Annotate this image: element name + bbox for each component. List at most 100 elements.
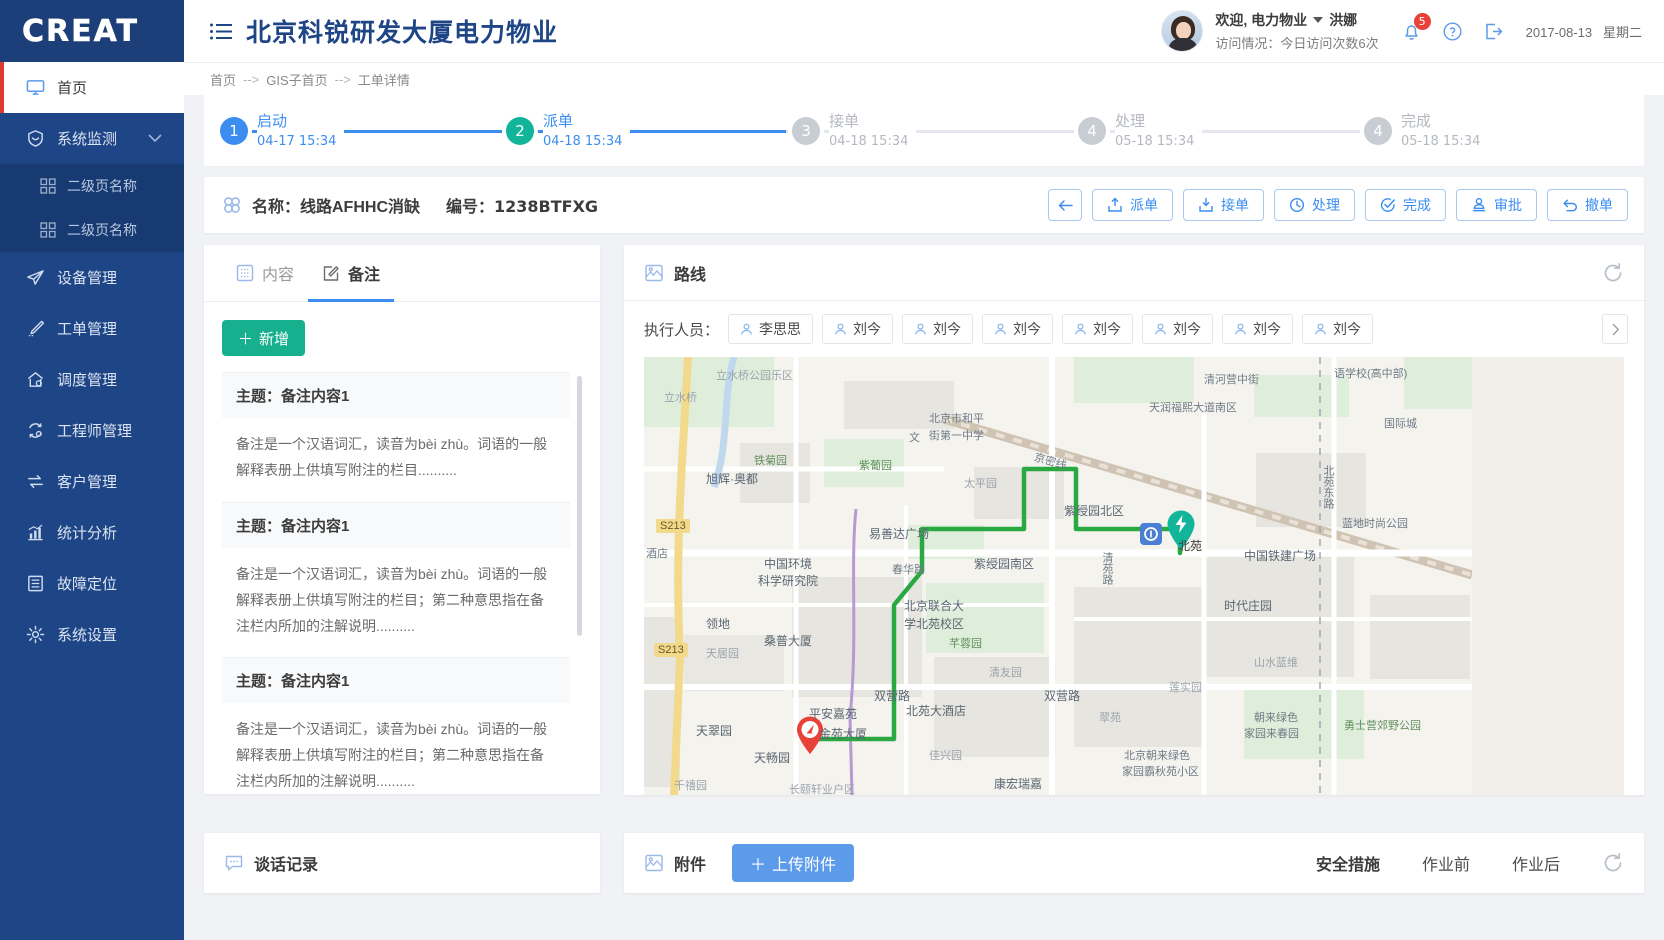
notification-bell-button[interactable]: 5: [1401, 21, 1422, 42]
undo-icon: [1562, 197, 1578, 213]
complete-label: 完成: [1403, 195, 1431, 215]
brand-logo[interactable]: CREAT: [0, 0, 184, 62]
note-body: 备注是一个汉语词汇，读音为bèi zhù。词语的一般解释表册上供填写附注的栏目；…: [222, 548, 570, 658]
image-icon: [644, 853, 664, 873]
step-number: 3: [792, 117, 820, 145]
tab-content[interactable]: 内容: [222, 245, 308, 301]
panel-columns: 内容 备注 ＋: [204, 245, 1644, 815]
user-box[interactable]: 欢迎, 电力物业 洪娜 访问情况：今日访问次数6次: [1161, 10, 1378, 52]
help-button[interactable]: [1442, 21, 1463, 42]
sidebar-subitem-2[interactable]: 二级页名称: [0, 208, 184, 252]
content-area: 1 启动 04-17 15:34 2 派单 04-18 15:34: [184, 95, 1664, 940]
tab-before-work[interactable]: 作业前: [1422, 851, 1470, 875]
add-note-button[interactable]: ＋ 新增: [222, 320, 305, 356]
breadcrumb-item-1[interactable]: GIS子首页: [266, 70, 327, 89]
topbar-icons: 5: [1401, 21, 1504, 42]
breadcrumb-separator: -->: [243, 72, 259, 87]
staff-chip-5[interactable]: 刘今: [1142, 314, 1213, 344]
staff-chip-1[interactable]: 刘今: [822, 314, 893, 344]
user-icon: [1074, 323, 1087, 336]
sidebar-item-statistics[interactable]: 统计分析: [0, 507, 184, 558]
staff-name: 刘今: [1333, 319, 1361, 339]
upload-attachment-button[interactable]: ＋ 上传附件: [732, 844, 854, 882]
plus-icon: ＋: [238, 328, 253, 349]
note-title: 主题：备注内容1: [222, 658, 570, 703]
sidebar-item-label: 工程师管理: [57, 420, 132, 441]
step-label: 完成: [1401, 114, 1480, 129]
talk-record-panel: 谈话记录: [204, 833, 600, 893]
staff-chip-7[interactable]: 刘今: [1302, 314, 1373, 344]
tab-notes[interactable]: 备注: [308, 245, 394, 301]
approve-button[interactable]: 审批: [1456, 189, 1537, 221]
sidebar-item-work-order-management[interactable]: 工单管理: [0, 303, 184, 354]
dispatch-button[interactable]: 派单: [1092, 189, 1173, 221]
sidebar-item-label: 调度管理: [57, 369, 117, 390]
staff-next-button[interactable]: [1602, 314, 1628, 344]
staff-chip-3[interactable]: 刘今: [982, 314, 1053, 344]
step-4[interactable]: 4 处理 05-18 15:34: [1072, 114, 1358, 148]
attachment-title: 附件: [644, 851, 706, 875]
sidebar-item-system-monitor[interactable]: 系统监测: [0, 113, 184, 164]
date-value: 2017-08-13: [1526, 25, 1593, 40]
notes-scrollbar[interactable]: [577, 376, 582, 636]
user-icon: [834, 323, 847, 336]
exchange-icon: [26, 472, 45, 491]
user-icon: [1314, 323, 1327, 336]
cancel-order-label: 撤单: [1585, 195, 1613, 215]
accept-button[interactable]: 接单: [1183, 189, 1264, 221]
step-1[interactable]: 1 启动 04-17 15:34: [204, 114, 500, 148]
step-label: 派单: [543, 114, 622, 129]
topbar: 北京科锐研发大厦电力物业 欢迎, 电力物业 洪娜 访问情况：今日访问次数6次: [184, 0, 1664, 62]
sidebar-item-device-management[interactable]: 设备管理: [0, 252, 184, 303]
refresh-icon[interactable]: [1602, 262, 1624, 284]
staff-chip-6[interactable]: 刘今: [1222, 314, 1293, 344]
staff-chip-2[interactable]: 刘今: [902, 314, 973, 344]
route-map[interactable]: 立水桥公园乐区 立水桥 清河营中街 语学校(高中部) 天润福熙大道南区 国际城 …: [644, 357, 1624, 795]
bottom-panels: 谈话记录 附件 ＋ 上传附件: [204, 833, 1644, 893]
logout-button[interactable]: [1483, 21, 1504, 42]
sidebar-item-dispatch-management[interactable]: 调度管理: [0, 354, 184, 405]
monitor-icon: [26, 78, 45, 97]
sidebar-item-customer-management[interactable]: 客户管理: [0, 456, 184, 507]
sidebar-item-label: 工单管理: [57, 318, 117, 339]
note-title: 主题：备注内容1: [222, 373, 570, 418]
tab-after-work[interactable]: 作业后: [1512, 851, 1560, 875]
step-5[interactable]: 4 完成 05-18 15:34: [1358, 114, 1644, 148]
notes-tabs: 内容 备注: [204, 245, 600, 302]
order-title: 名称：线路AFHHC消缺 编号：1238BTFXG: [222, 193, 598, 217]
sidebar-item-system-settings[interactable]: 系统设置: [0, 609, 184, 660]
list-item[interactable]: 主题：备注内容1 备注是一个汉语词汇，读音为bèi zhù。词语的一般解释表册上…: [222, 372, 570, 502]
sidebar-item-home[interactable]: 首页: [0, 62, 184, 113]
menu-toggle-icon[interactable]: [210, 23, 232, 40]
staff-chip-0[interactable]: 李思思: [728, 314, 813, 344]
sidebar-item-engineer-management[interactable]: 工程师管理: [0, 405, 184, 456]
breadcrumb-item-0[interactable]: 首页: [210, 70, 236, 89]
staff-name: 刘今: [933, 319, 961, 339]
cancel-order-button[interactable]: 撤单: [1547, 189, 1628, 221]
notes-list[interactable]: 主题：备注内容1 备注是一个汉语词汇，读音为bèi zhù。词语的一般解释表册上…: [222, 372, 582, 794]
staff-name: 刘今: [1013, 319, 1041, 339]
list-item[interactable]: 主题：备注内容1 备注是一个汉语词汇，读音为bèi zhù。词语的一般解释表册上…: [222, 502, 570, 658]
chart-icon: [26, 523, 45, 542]
step-time: 05-18 15:34: [1115, 135, 1194, 148]
step-2[interactable]: 2 派单 04-18 15:34: [500, 114, 786, 148]
sidebar-item-fault-location[interactable]: 故障定位: [0, 558, 184, 609]
complete-button[interactable]: 完成: [1365, 189, 1446, 221]
chevron-down-icon[interactable]: [1313, 17, 1323, 23]
tab-safety-measures[interactable]: 安全措施: [1316, 851, 1380, 875]
step-3[interactable]: 3 接单 04-18 15:34: [786, 114, 1072, 148]
sidebar-subitem-1[interactable]: 二级页名称: [0, 164, 184, 208]
order-actions: 派单 接单 处理: [1048, 189, 1628, 221]
refresh-icon[interactable]: [1602, 852, 1624, 874]
add-note-label: 新增: [259, 328, 289, 349]
list-item[interactable]: 主题：备注内容1 备注是一个汉语词汇，读音为bèi zhù。词语的一般解释表册上…: [222, 657, 570, 794]
page-title: 北京科锐研发大厦电力物业: [246, 13, 558, 49]
sidebar-nav: 首页 系统监测: [0, 62, 184, 940]
breadcrumb-separator: -->: [335, 72, 351, 87]
shield-icon: [26, 129, 45, 148]
route-panel: 路线 执行人员：: [624, 245, 1644, 795]
staff-chip-4[interactable]: 刘今: [1062, 314, 1133, 344]
sidebar: CREAT 首页 系统监测: [0, 0, 184, 940]
process-button[interactable]: 处理: [1274, 189, 1355, 221]
back-button[interactable]: [1048, 189, 1082, 221]
